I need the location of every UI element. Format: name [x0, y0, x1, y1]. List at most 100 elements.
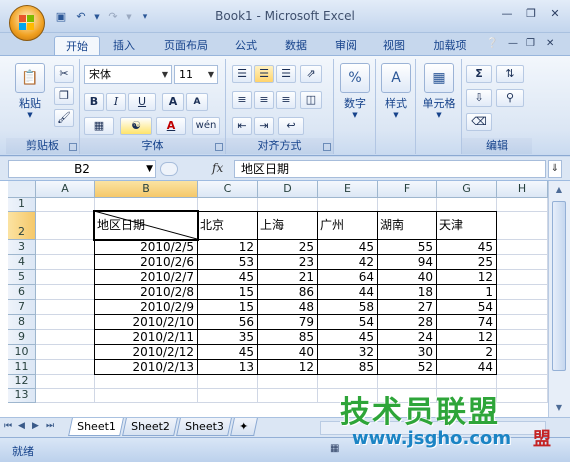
value-cell[interactable]: 45: [198, 345, 257, 360]
value-cell[interactable]: 45: [318, 240, 377, 255]
copy-icon[interactable]: ❐: [54, 87, 74, 105]
office-button[interactable]: [9, 5, 45, 41]
value-cell[interactable]: 15: [198, 300, 257, 315]
phonetic-guide-button[interactable]: wén: [192, 117, 220, 135]
font-color-button[interactable]: A: [156, 117, 186, 135]
select-all-corner[interactable]: [8, 181, 36, 198]
city-header-cell[interactable]: 湖南: [378, 218, 434, 232]
ribbon-restore-icon[interactable]: ❐: [526, 38, 535, 49]
value-cell[interactable]: 44: [437, 360, 496, 375]
cells-button[interactable]: ▦ 单元格 ▼: [418, 63, 460, 119]
value-cell[interactable]: 35: [198, 330, 257, 345]
value-cell[interactable]: 45: [318, 330, 377, 345]
row-header-4[interactable]: 4: [8, 255, 36, 270]
sheet-tab-2[interactable]: Sheet2: [122, 418, 178, 436]
value-cell[interactable]: 30: [378, 345, 436, 360]
wrap-text-icon[interactable]: ↩: [278, 117, 304, 135]
grow-font-button[interactable]: A: [162, 93, 184, 111]
prev-sheet-icon[interactable]: ◀: [18, 421, 25, 431]
value-cell[interactable]: 40: [378, 270, 436, 285]
increase-indent-icon[interactable]: ⇥: [254, 117, 274, 135]
tab-page-layout[interactable]: 页面布局: [154, 36, 218, 56]
city-header-cell[interactable]: 天津: [437, 218, 494, 232]
borders-icon[interactable]: ▦: [84, 117, 114, 135]
align-left-icon[interactable]: ≡: [232, 91, 252, 109]
value-cell[interactable]: 25: [258, 240, 317, 255]
value-cell[interactable]: 44: [318, 285, 377, 300]
value-cell[interactable]: 79: [258, 315, 317, 330]
column-header-g[interactable]: G: [437, 181, 497, 198]
font-launcher-icon[interactable]: [215, 143, 223, 151]
clipboard-launcher-icon[interactable]: [69, 143, 77, 151]
tab-data[interactable]: 数据: [276, 36, 316, 56]
value-cell[interactable]: 2: [437, 345, 496, 360]
scroll-up-icon[interactable]: ▲: [552, 183, 566, 197]
insert-function-button[interactable]: fx: [212, 161, 223, 175]
value-cell[interactable]: 24: [378, 330, 436, 345]
clear-icon[interactable]: ⌫: [466, 113, 492, 131]
close-icon[interactable]: ✕: [544, 6, 566, 23]
sheet-tab-1[interactable]: Sheet1: [68, 418, 124, 436]
decrease-indent-icon[interactable]: ⇤: [232, 117, 252, 135]
value-cell[interactable]: 55: [378, 240, 436, 255]
shrink-font-button[interactable]: A: [186, 93, 208, 111]
value-cell[interactable]: 94: [378, 255, 436, 270]
font-name-combo[interactable]: 宋体 ▼: [84, 65, 172, 84]
formula-bar-splitter[interactable]: [160, 162, 178, 176]
find-select-icon[interactable]: ⚲: [496, 89, 524, 107]
value-cell[interactable]: 40: [258, 345, 317, 360]
value-cell[interactable]: 56: [198, 315, 257, 330]
italic-button[interactable]: I: [106, 93, 126, 111]
date-cell[interactable]: 2010/2/7: [95, 270, 197, 285]
value-cell[interactable]: 23: [258, 255, 317, 270]
column-header-a[interactable]: A: [36, 181, 95, 198]
vertical-scrollbar[interactable]: ▲ ▼: [548, 181, 570, 417]
insert-sheet-button[interactable]: ✦: [230, 418, 258, 436]
value-cell[interactable]: 85: [318, 360, 377, 375]
minimize-icon[interactable]: —: [496, 6, 518, 23]
value-cell[interactable]: 15: [198, 285, 257, 300]
first-sheet-icon[interactable]: ⏮: [4, 421, 12, 431]
value-cell[interactable]: 12: [198, 240, 257, 255]
value-cell[interactable]: 54: [437, 300, 496, 315]
orientation-icon[interactable]: ⇗: [300, 65, 322, 83]
value-cell[interactable]: 74: [437, 315, 496, 330]
value-cell[interactable]: 12: [437, 330, 496, 345]
value-cell[interactable]: 54: [318, 315, 377, 330]
date-cell[interactable]: 2010/2/8: [95, 285, 197, 300]
row-header-10[interactable]: 10: [8, 345, 36, 360]
date-cell[interactable]: 2010/2/12: [95, 345, 197, 360]
align-right-icon[interactable]: ≡: [276, 91, 296, 109]
restore-icon[interactable]: ❐: [520, 6, 542, 23]
city-header-cell[interactable]: 北京: [198, 218, 255, 232]
row-header-6[interactable]: 6: [8, 285, 36, 300]
value-cell[interactable]: 52: [378, 360, 436, 375]
align-top-icon[interactable]: ☰: [232, 65, 252, 83]
fill-color-icon[interactable]: ☯: [120, 117, 152, 135]
help-icon[interactable]: ❔: [486, 38, 498, 49]
tab-review[interactable]: 审阅: [326, 36, 366, 56]
value-cell[interactable]: 85: [258, 330, 317, 345]
bold-button[interactable]: B: [84, 93, 104, 111]
date-cell[interactable]: 2010/2/5: [95, 240, 197, 255]
date-cell[interactable]: 2010/2/9: [95, 300, 197, 315]
value-cell[interactable]: 12: [258, 360, 317, 375]
cut-icon[interactable]: ✂: [54, 65, 74, 83]
row-header-7[interactable]: 7: [8, 300, 36, 315]
next-sheet-icon[interactable]: ▶: [32, 421, 39, 431]
tab-home[interactable]: 开始: [54, 36, 100, 56]
row-header-8[interactable]: 8: [8, 315, 36, 330]
row-header-1[interactable]: 1: [8, 197, 36, 212]
row-header-11[interactable]: 11: [8, 360, 36, 375]
ribbon-minimize-icon[interactable]: —: [508, 38, 518, 49]
align-middle-icon[interactable]: ☰: [254, 65, 274, 83]
column-header-c[interactable]: C: [198, 181, 258, 198]
value-cell[interactable]: 42: [318, 255, 377, 270]
value-cell[interactable]: 45: [437, 240, 496, 255]
row-header-2[interactable]: 2: [8, 212, 36, 240]
city-header-cell[interactable]: 上海: [258, 218, 315, 232]
worksheet-grid[interactable]: A B C D E F G H 1 2 3 4 5 6 7 8 9 10 11 12 13 地区日期 北京 上海 广州 湖南 天津 2…: [0, 181, 548, 417]
last-sheet-icon[interactable]: ⏭: [46, 421, 54, 431]
date-cell[interactable]: 2010/2/13: [95, 360, 197, 375]
column-header-h[interactable]: H: [497, 181, 548, 198]
